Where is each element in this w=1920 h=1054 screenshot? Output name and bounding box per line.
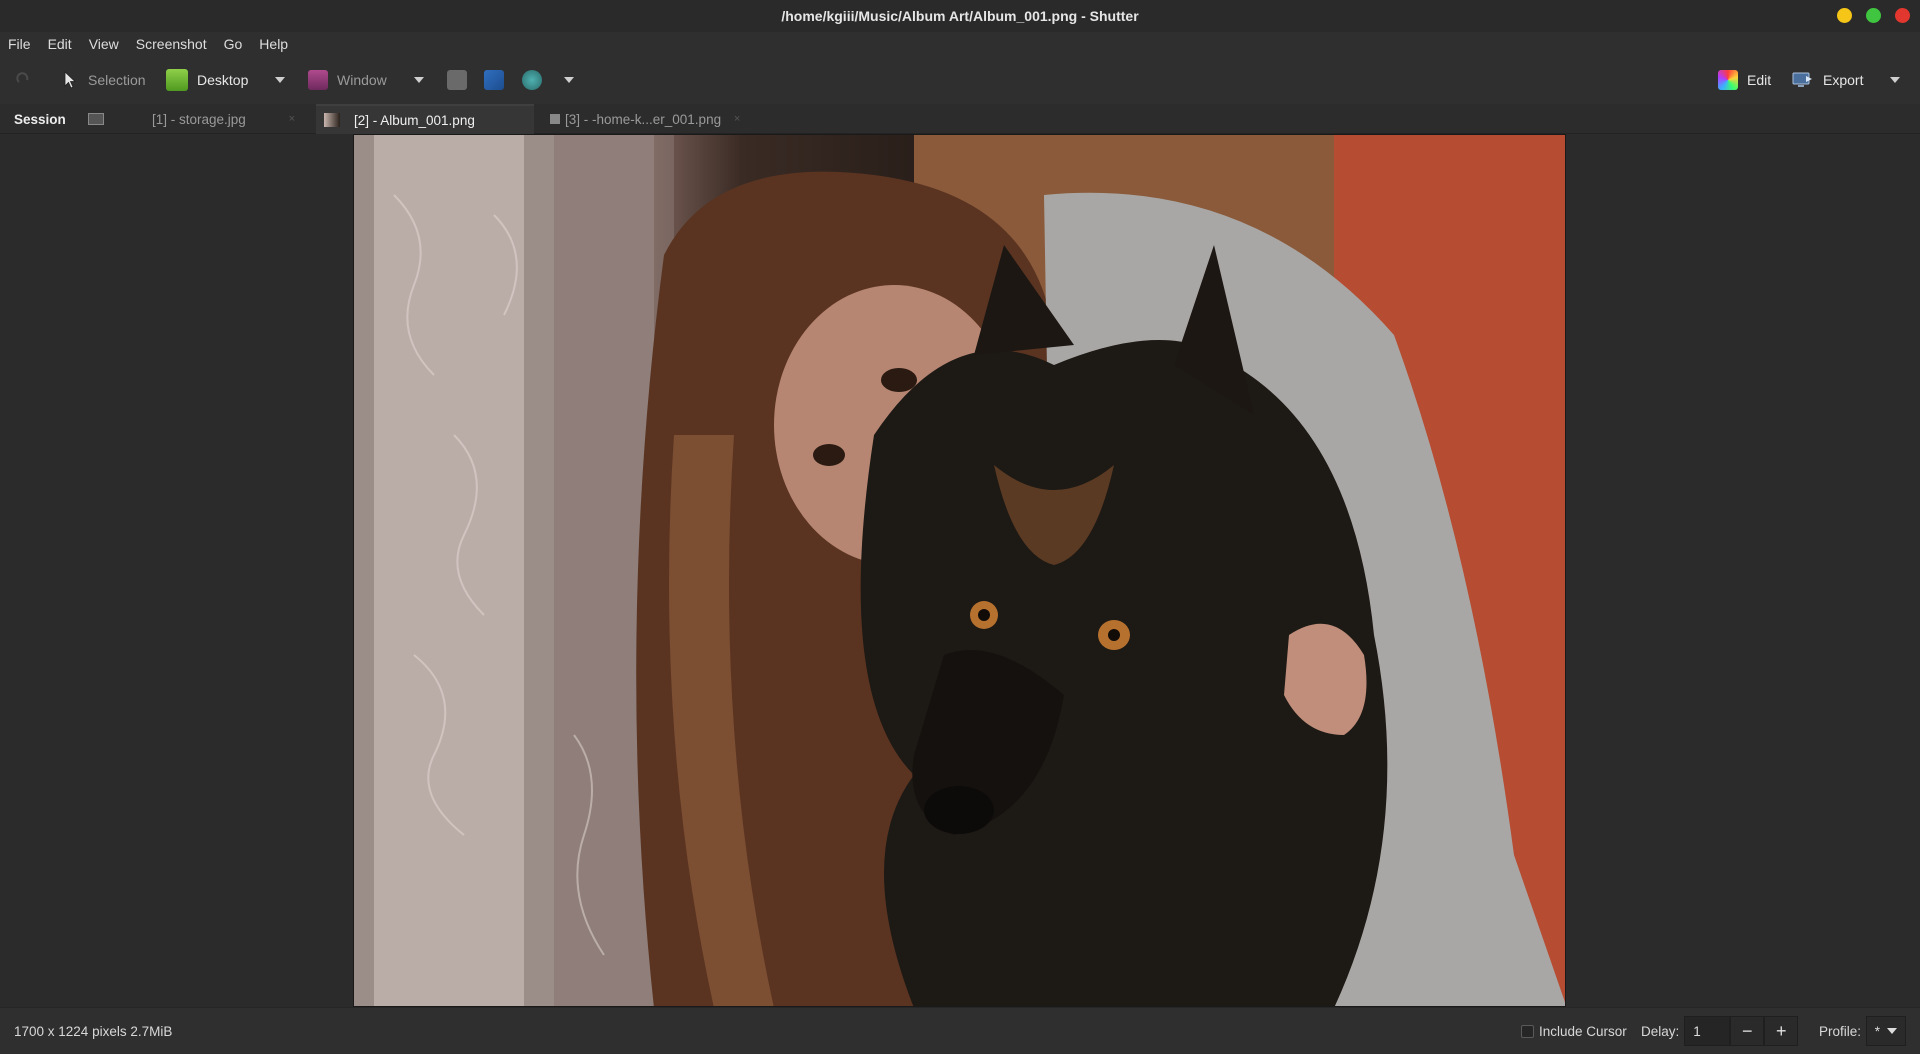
maximize-button[interactable] bbox=[1866, 8, 1881, 23]
delay-control: Delay: 1 − + bbox=[1641, 1008, 1799, 1054]
desktop-dropdown[interactable] bbox=[275, 56, 285, 104]
thumbnail-icon bbox=[550, 114, 560, 124]
edit-button[interactable]: Edit bbox=[1718, 56, 1771, 104]
redo-button[interactable] bbox=[15, 56, 31, 104]
window-button[interactable]: Window bbox=[308, 56, 387, 104]
toolbar: Selection Desktop Window Edit Export bbox=[0, 56, 1920, 104]
tab-label: [1] - storage.jpg bbox=[152, 111, 246, 127]
window-controls bbox=[1837, 8, 1910, 23]
screenshot-image[interactable] bbox=[353, 134, 1566, 1007]
thumbnail-icon bbox=[87, 113, 104, 125]
export-dropdown[interactable] bbox=[1890, 56, 1900, 104]
tooltip-capture-button[interactable] bbox=[484, 56, 504, 104]
menu-bar: File Edit View Screenshot Go Help bbox=[0, 32, 1920, 56]
web-capture-dropdown[interactable] bbox=[564, 56, 574, 104]
include-cursor-label: Include Cursor bbox=[1539, 1023, 1627, 1039]
menu-file[interactable]: File bbox=[8, 36, 31, 52]
minimize-button[interactable] bbox=[1837, 8, 1852, 23]
thumbnail-icon bbox=[324, 113, 340, 127]
minus-icon: − bbox=[1742, 1020, 1753, 1041]
window-label: Window bbox=[337, 72, 387, 88]
chevron-down-icon bbox=[564, 77, 574, 83]
photo-woman-with-dog-icon bbox=[354, 135, 1565, 1006]
status-bar: 1700 x 1224 pixels 2.7MiB Include Cursor… bbox=[0, 1007, 1920, 1054]
close-icon[interactable]: × bbox=[286, 113, 298, 125]
tab-label: [3] - -home-k...er_001.png bbox=[565, 111, 722, 127]
menu-capture-icon bbox=[447, 70, 467, 90]
export-icon bbox=[1792, 72, 1812, 87]
redo-icon bbox=[16, 72, 29, 83]
export-label: Export bbox=[1823, 72, 1864, 88]
chevron-down-icon bbox=[1887, 1028, 1898, 1034]
image-viewer bbox=[0, 134, 1920, 1007]
profile-select[interactable]: * bbox=[1866, 1016, 1907, 1046]
profile-control: Profile: * bbox=[1819, 1008, 1907, 1054]
delay-increase-button[interactable]: + bbox=[1764, 1016, 1799, 1046]
close-icon[interactable]: × bbox=[731, 113, 743, 125]
window-title: /home/kgiii/Music/Album Art/Album_001.pn… bbox=[781, 8, 1139, 24]
session-label: Session bbox=[14, 111, 66, 127]
include-cursor-checkbox[interactable] bbox=[1521, 1024, 1534, 1038]
shutter-window: /home/kgiii/Music/Album Art/Album_001.pn… bbox=[0, 0, 1920, 1054]
profile-label: Profile: bbox=[1819, 1023, 1862, 1039]
menu-help[interactable]: Help bbox=[259, 36, 288, 52]
chevron-down-icon bbox=[414, 77, 424, 83]
tab-session[interactable]: Session bbox=[14, 104, 104, 134]
delay-label: Delay: bbox=[1641, 1023, 1680, 1039]
delay-decrease-button[interactable]: − bbox=[1730, 1016, 1765, 1046]
cursor-arrow-icon bbox=[64, 71, 77, 89]
web-capture-button[interactable] bbox=[522, 56, 542, 104]
desktop-label: Desktop bbox=[197, 72, 249, 88]
window-icon bbox=[308, 70, 328, 90]
close-button[interactable] bbox=[1895, 8, 1910, 23]
export-button[interactable]: Export bbox=[1792, 56, 1863, 104]
desktop-icon bbox=[166, 69, 188, 91]
selection-label: Selection bbox=[88, 72, 146, 88]
menu-screenshot[interactable]: Screenshot bbox=[136, 36, 207, 52]
palette-icon bbox=[1718, 70, 1738, 90]
tab-album-001[interactable]: [2] - Album_001.png bbox=[316, 104, 534, 134]
image-info: 1700 x 1224 pixels 2.7MiB bbox=[14, 1023, 173, 1039]
menu-go[interactable]: Go bbox=[224, 36, 243, 52]
tooltip-capture-icon bbox=[484, 70, 504, 90]
session-tabs: Session [1] - storage.jpg × [2] - Album_… bbox=[0, 104, 1920, 134]
delay-input[interactable]: 1 bbox=[1684, 1016, 1731, 1046]
plus-icon: + bbox=[1776, 1020, 1787, 1041]
chevron-down-icon bbox=[275, 77, 285, 83]
window-dropdown[interactable] bbox=[414, 56, 424, 104]
menu-view[interactable]: View bbox=[89, 36, 119, 52]
selection-button[interactable]: Selection bbox=[62, 56, 146, 104]
chevron-down-icon bbox=[1890, 77, 1900, 83]
web-capture-icon bbox=[522, 70, 542, 90]
edit-label: Edit bbox=[1747, 72, 1772, 88]
tab-label: [2] - Album_001.png bbox=[354, 112, 475, 128]
tab-home-screenshot[interactable]: [3] - -home-k...er_001.png × bbox=[550, 104, 743, 134]
desktop-button[interactable]: Desktop bbox=[166, 56, 248, 104]
menu-edit[interactable]: Edit bbox=[48, 36, 72, 52]
menu-capture-button[interactable] bbox=[447, 56, 467, 104]
profile-value: * bbox=[1874, 1023, 1880, 1039]
include-cursor-toggle[interactable]: Include Cursor bbox=[1521, 1008, 1627, 1054]
title-bar: /home/kgiii/Music/Album Art/Album_001.pn… bbox=[0, 0, 1920, 32]
delay-value: 1 bbox=[1693, 1023, 1701, 1039]
tab-storage[interactable]: [1] - storage.jpg × bbox=[152, 104, 298, 134]
